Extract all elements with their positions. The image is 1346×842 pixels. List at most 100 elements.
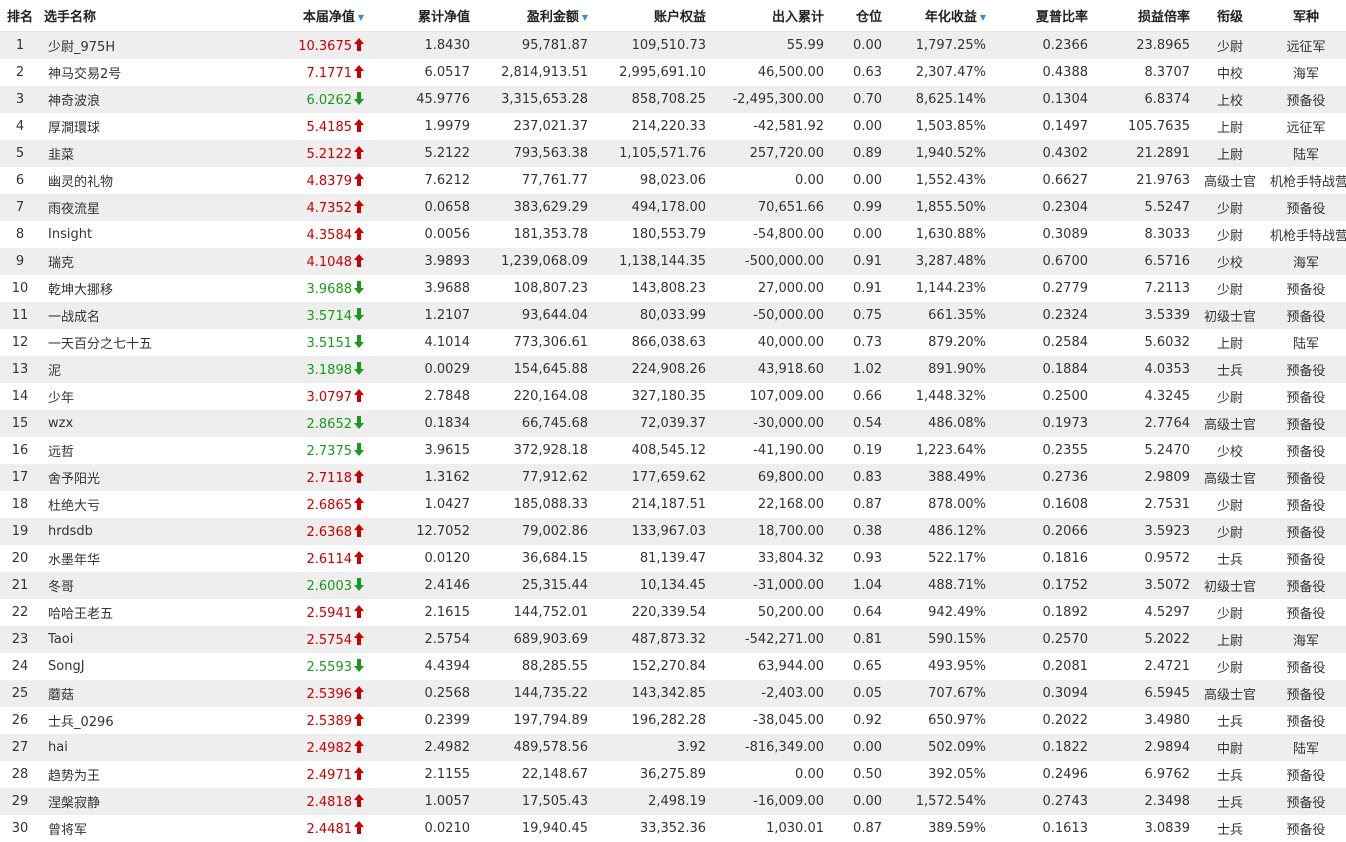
rank-title-cell: 上尉 xyxy=(1194,140,1266,167)
nav-cell: 2.6865 xyxy=(190,491,368,518)
table-row: 5 韭菜 5.2122 5.2122 793,563.38 1,105,571.… xyxy=(0,140,1346,167)
sharpe-cell: 0.4388 xyxy=(990,59,1092,86)
player-name-cell[interactable]: 韭菜 xyxy=(40,140,190,167)
equity-cell: 1,105,571.76 xyxy=(592,140,710,167)
flow-cell: 1,030.01 xyxy=(710,815,828,842)
player-name-cell[interactable]: 神马交易2号 xyxy=(40,59,190,86)
branch-cell: 预备役 xyxy=(1266,356,1346,383)
header-flow: 出入累计 xyxy=(710,0,828,32)
header-cum-nav: 累计净值 xyxy=(368,0,474,32)
annual-return-cell: 1,552.43% xyxy=(886,167,990,194)
position-cell: 0.05 xyxy=(828,680,886,707)
player-name-cell[interactable]: 冬哥 xyxy=(40,572,190,599)
pl-ratio-cell: 5.5247 xyxy=(1092,194,1194,221)
table-row: 13 泥 3.1898 0.0029 154,645.88 224,908.26… xyxy=(0,356,1346,383)
profit-cell: 93,644.04 xyxy=(474,302,592,329)
rank-title-cell: 高级士官 xyxy=(1194,167,1266,194)
position-cell: 0.91 xyxy=(828,275,886,302)
player-name-cell[interactable]: 舍予阳光 xyxy=(40,464,190,491)
up-arrow-icon xyxy=(354,766,364,780)
equity-cell: 196,282.28 xyxy=(592,707,710,734)
annual-return-cell: 1,855.50% xyxy=(886,194,990,221)
nav-cell: 2.4982 xyxy=(190,734,368,761)
player-name-cell[interactable]: hrdsdb xyxy=(40,518,190,545)
player-name-cell[interactable]: 雨夜流星 xyxy=(40,194,190,221)
player-name-cell[interactable]: 远哲 xyxy=(40,437,190,464)
player-name-cell[interactable]: Insight xyxy=(40,221,190,248)
flow-cell: 70,651.66 xyxy=(710,194,828,221)
header-profit-sort[interactable]: 盈利金额 ▼ xyxy=(474,0,592,32)
player-name-cell[interactable]: 一天百分之七十五 xyxy=(40,329,190,356)
header-sharpe: 夏普比率 xyxy=(990,0,1092,32)
header-annual-sort[interactable]: 年化收益 ▼ xyxy=(886,0,990,32)
player-name-cell[interactable]: 幽灵的礼物 xyxy=(40,167,190,194)
annual-return-cell: 1,572.54% xyxy=(886,788,990,815)
branch-cell: 预备役 xyxy=(1266,572,1346,599)
nav-cell: 3.1898 xyxy=(190,356,368,383)
sharpe-cell: 0.1752 xyxy=(990,572,1092,599)
annual-return-cell: 707.67% xyxy=(886,680,990,707)
player-name-cell[interactable]: 涅槃寂静 xyxy=(40,788,190,815)
header-nav-sort[interactable]: 本届净值 ▼ xyxy=(190,0,368,32)
cum-nav-cell: 5.2122 xyxy=(368,140,474,167)
table-row: 10 乾坤大挪移 3.9688 3.9688 108,807.23 143,80… xyxy=(0,275,1346,302)
player-name-cell[interactable]: SongJ xyxy=(40,653,190,680)
annual-return-cell: 522.17% xyxy=(886,545,990,572)
equity-cell: 214,187.51 xyxy=(592,491,710,518)
player-name-cell[interactable]: wzx xyxy=(40,410,190,437)
table-row: 20 水墨年华 2.6114 0.0120 36,684.15 81,139.4… xyxy=(0,545,1346,572)
position-cell: 0.19 xyxy=(828,437,886,464)
cum-nav-cell: 2.1155 xyxy=(368,761,474,788)
player-name-cell[interactable]: hai xyxy=(40,734,190,761)
cum-nav-cell: 1.2107 xyxy=(368,302,474,329)
player-name-cell[interactable]: 少年 xyxy=(40,383,190,410)
profit-cell: 144,752.01 xyxy=(474,599,592,626)
header-position: 仓位 xyxy=(828,0,886,32)
flow-cell: -30,000.00 xyxy=(710,410,828,437)
player-name-cell[interactable]: 一战成名 xyxy=(40,302,190,329)
profit-cell: 17,505.43 xyxy=(474,788,592,815)
rank-cell: 2 xyxy=(0,59,40,86)
player-name-cell[interactable]: 蘑菇 xyxy=(40,680,190,707)
rank-title-cell: 少尉 xyxy=(1194,599,1266,626)
ranking-table: 排名 选手名称 本届净值 ▼ 累计净值 盈利金额 ▼ 账户权益 出入累计 仓位 年化… xyxy=(0,0,1346,842)
player-name-cell[interactable]: 泥 xyxy=(40,356,190,383)
branch-cell: 机枪手特战营 xyxy=(1266,221,1346,248)
nav-cell: 2.6003 xyxy=(190,572,368,599)
flow-cell: 107,009.00 xyxy=(710,383,828,410)
player-name-cell[interactable]: 哈哈王老五 xyxy=(40,599,190,626)
cum-nav-cell: 0.0120 xyxy=(368,545,474,572)
pl-ratio-cell: 4.0353 xyxy=(1092,356,1194,383)
up-arrow-icon xyxy=(354,496,364,510)
player-name-cell[interactable]: 神奇波浪 xyxy=(40,86,190,113)
nav-cell: 2.4818 xyxy=(190,788,368,815)
player-name-cell[interactable]: 士兵_0296 xyxy=(40,707,190,734)
player-name-cell[interactable]: 杜绝大亏 xyxy=(40,491,190,518)
annual-return-cell: 891.90% xyxy=(886,356,990,383)
nav-value: 3.5151 xyxy=(306,335,353,351)
player-name-cell[interactable]: Taoi xyxy=(40,626,190,653)
triangle-down-icon: ▼ xyxy=(979,13,986,22)
cum-nav-cell: 1.3162 xyxy=(368,464,474,491)
player-name-cell[interactable]: 乾坤大挪移 xyxy=(40,275,190,302)
sharpe-cell: 0.2736 xyxy=(990,464,1092,491)
pl-ratio-cell: 7.2113 xyxy=(1092,275,1194,302)
table-row: 6 幽灵的礼物 4.8379 7.6212 77,761.77 98,023.0… xyxy=(0,167,1346,194)
player-name-cell[interactable]: 少尉_975H xyxy=(40,31,190,59)
flow-cell: -50,000.00 xyxy=(710,302,828,329)
player-name-cell[interactable]: 趋势为王 xyxy=(40,761,190,788)
player-name-cell[interactable]: 厚澗環球 xyxy=(40,113,190,140)
down-arrow-icon xyxy=(354,577,364,591)
profit-cell: 2,814,913.51 xyxy=(474,59,592,86)
player-name-cell[interactable]: 水墨年华 xyxy=(40,545,190,572)
nav-value: 2.4971 xyxy=(306,767,353,783)
position-cell: 0.75 xyxy=(828,302,886,329)
nav-cell: 4.3584 xyxy=(190,221,368,248)
nav-value: 2.6368 xyxy=(306,524,353,540)
branch-cell: 预备役 xyxy=(1266,437,1346,464)
table-row: 28 趋势为王 2.4971 2.1155 22,148.67 36,275.8… xyxy=(0,761,1346,788)
player-name-cell[interactable]: 曾将军 xyxy=(40,815,190,842)
player-name-cell[interactable]: 瑞克 xyxy=(40,248,190,275)
pl-ratio-cell: 8.3033 xyxy=(1092,221,1194,248)
cum-nav-cell: 1.8430 xyxy=(368,31,474,59)
